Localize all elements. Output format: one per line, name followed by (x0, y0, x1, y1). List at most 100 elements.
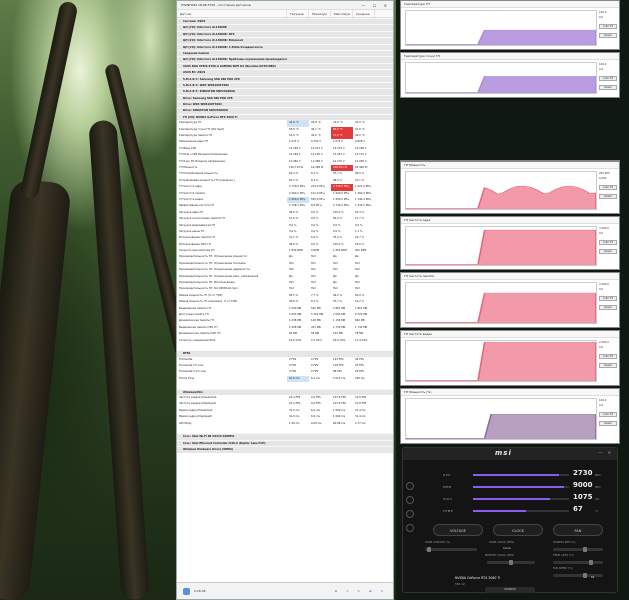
graph-window[interactable]: ГП Мощность (%) 100,0 0,0 Auto Fit Reset (400, 388, 620, 444)
startup-button[interactable]: STARTUP (485, 587, 535, 593)
col-max[interactable]: Максимум (331, 10, 353, 17)
tab-voltage[interactable]: VOLTAGE (433, 524, 483, 536)
graph-svg (406, 76, 596, 93)
meter-mem: MEM 9000 MHz (443, 481, 608, 492)
sensor-row[interactable]: GPU Busy 1,36 ms 0,00 ms 60,86 ms 2,77 ms (177, 421, 393, 427)
reset-button[interactable]: Reset (599, 194, 617, 199)
graph-min: 0,000 (599, 177, 607, 180)
sensor-name: Frame Time (179, 376, 195, 380)
tab-clock[interactable]: CLOCK (493, 524, 543, 536)
graph-series (406, 185, 596, 209)
memory-clock-slider[interactable] (487, 560, 535, 565)
sensor-avg-value: 11,4 GT/s (355, 338, 368, 342)
core-clock-value[interactable]: Curve (503, 547, 511, 550)
hwinfo-titlebar[interactable]: HWiNFO64 v8.08-5700 - Состояние датчиков… (177, 1, 393, 10)
graph-side: 3 000,0 0,0 Auto Fit Reset (599, 282, 617, 310)
col-avg[interactable]: Среднее (353, 10, 375, 17)
sensor-name: ASUS EC: ASUS (183, 71, 206, 75)
auto-fit-button[interactable]: Auto Fit (599, 354, 617, 359)
graph-side: 100,0 0,0 Auto Fit Reset (599, 398, 617, 426)
graph-svg (406, 292, 596, 323)
tab-fan[interactable]: FAN (553, 524, 603, 536)
meter-value: 67 (573, 505, 583, 513)
meter-unit: MHz (595, 474, 601, 477)
sensor-cur-value: 97,0 ms (287, 375, 309, 383)
reset-button[interactable]: Reset (599, 421, 617, 426)
core-voltage-slider[interactable] (425, 547, 477, 552)
hwinfo-statusbar: 0:26:48 ⚙ ⏱ ✎ ⊞ ✕ (177, 582, 393, 599)
window-controls[interactable]: — ☐ ✕ (362, 1, 390, 10)
graph-title: ГП Мощность (401, 162, 619, 169)
temp-limit-label: TEMP. LIMIT (°C) (553, 554, 575, 557)
meter-bar (473, 498, 569, 500)
col-sensor[interactable]: Датчик (177, 10, 287, 17)
info-icon[interactable] (406, 482, 414, 490)
sensor-name: Сеть: Intel Wi-Fi 6E AX210 160MHz (183, 435, 235, 439)
sensor-max-value: 5 015 ms (333, 376, 346, 380)
reset-button[interactable]: Reset (599, 305, 617, 310)
sensor-name: Drive: Samsung SSD 980 PRO 2TB (183, 96, 233, 100)
reset-button[interactable]: Reset (599, 85, 617, 90)
auto-fit-button[interactable]: Auto Fit (599, 412, 617, 417)
msi-afterburner-window: msi — ✕ GPU 2730 MHz MEM 9000 MHz VOLT 1075 mV TE… (402, 447, 618, 593)
toolbar-icons[interactable]: ⚙ ⏱ ✎ ⊞ ✕ (335, 589, 387, 593)
memory-clock-label: MEMORY CLOCK (MHz) (485, 554, 515, 557)
arrows-icon[interactable] (183, 587, 190, 595)
graph-title: Температура ГП (401, 1, 619, 8)
msi-logo: msi (495, 449, 512, 457)
reset-button[interactable]: Reset (599, 363, 617, 368)
fan-speed-label: FAN SPEED (%) (553, 567, 573, 570)
sensor-row[interactable]: Frame Time 97,0 ms 6,4 ms 5 015 ms 256 ms (177, 375, 393, 383)
auto-fit-button[interactable]: Auto Fit (599, 240, 617, 245)
core-voltage-label: CORE VOLTAGE (%) (425, 541, 451, 544)
hwinfo-window: HWiNFO64 v8.08-5700 - Состояние датчиков… (176, 0, 394, 600)
graph-plot (405, 10, 597, 46)
sensor-list[interactable]: Система: ASUS ЦП [#0]: Intel Core i9-1390… (177, 18, 393, 582)
auto-fit-button[interactable]: Auto Fit (599, 185, 617, 190)
monitor-icon[interactable] (406, 524, 414, 532)
graph-window[interactable]: ГП Частота ядра 3 000,0 0,0 Auto Fit Reset (400, 216, 620, 270)
auto-fit-button[interactable]: Auto Fit (599, 76, 617, 81)
sensor-name: S.M.A.R.T.: KINGSTON SNV2S2000G (183, 90, 236, 94)
graph-window[interactable]: ГП Частота видео 2 000,0 0,0 Auto Fit Reset (400, 330, 620, 386)
sensor-name: ASUS ROG STRIX Z790-A GAMING WIFI D4 (Nu… (183, 64, 276, 68)
meter-bar (473, 486, 569, 488)
k-boost-icon[interactable] (406, 496, 414, 504)
meter-volt: VOLT 1075 mV (443, 493, 608, 504)
graph-plot (405, 282, 597, 324)
graph-window[interactable]: Температура точки ГП 100,0 0,0 Auto Fit Rese… (400, 52, 620, 98)
graph-min: 0,0 (599, 68, 604, 71)
meter-value: 2730 (573, 469, 593, 477)
fan-speed-slider[interactable] (553, 573, 603, 578)
sensor-name: Сведения памяти (183, 51, 209, 55)
graph-window[interactable]: Температура ГП 100,0 0,0 Auto Fit Reset (400, 0, 620, 50)
graph-window[interactable]: ГП Частота памяти 3 000,0 0,0 Auto Fit Reset (400, 272, 620, 328)
graph-window[interactable]: ГП Мощность 250,000 0,000 Auto Fit Reset (400, 161, 620, 214)
reset-button[interactable]: Reset (599, 249, 617, 254)
graph-series (406, 29, 596, 45)
oc-scanner-icon[interactable] (406, 510, 414, 518)
graph-title: Температура точки ГП (401, 53, 619, 60)
col-current[interactable]: Текущее (287, 10, 309, 17)
hwinfo-title: HWiNFO64 v8.08-5700 - Состояние датчиков (181, 3, 251, 7)
col-min[interactable]: Минимум (309, 10, 331, 17)
sensor-table-header: Датчик Текущее Минимум Максимум Среднее (177, 10, 393, 18)
msi-side-buttons (406, 482, 416, 538)
sensor-group-row[interactable]: Windows Hardware Errors (WHEA) (177, 446, 393, 453)
meter-fill (473, 474, 560, 476)
temp-limit-slider[interactable] (553, 560, 603, 565)
auto-fit-button[interactable]: Auto Fit (599, 24, 617, 29)
auto-fit-button[interactable]: Auto Fit (599, 296, 617, 301)
graph-side: 100,0 0,0 Auto Fit Reset (599, 62, 617, 90)
graph-svg (406, 185, 596, 209)
reset-button[interactable]: Reset (599, 33, 617, 38)
sensor-name: Сеть: Intel Ethernet Controller I226-V (… (183, 441, 266, 445)
msi-titlebar[interactable]: msi — ✕ (403, 448, 617, 460)
power-limit-slider[interactable] (553, 547, 603, 552)
sensor-min-value: 0,00 ms (311, 421, 322, 425)
sensor-name: Windows Hardware Errors (WHEA) (183, 448, 234, 452)
sensor-name: ЦП [#0]: Intel Core i9-13900K: Enhanced (183, 39, 243, 43)
graph-series (406, 229, 596, 265)
window-controls[interactable]: — ✕ (598, 450, 613, 455)
sensor-row[interactable]: Скорость соединения PCIe 16,0 GT/s 2,5 GT/… (177, 338, 393, 344)
